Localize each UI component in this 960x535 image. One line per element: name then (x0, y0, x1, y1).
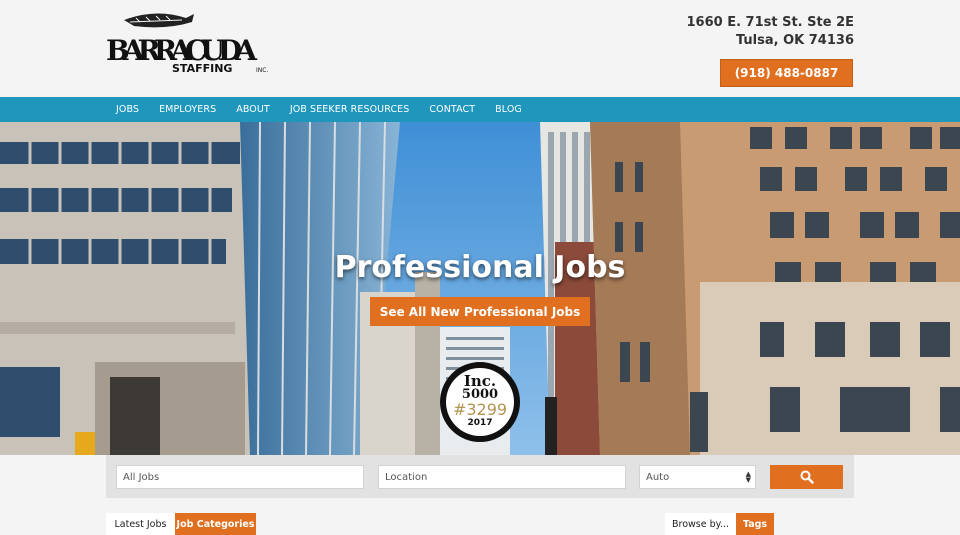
nav-item-jobs[interactable]: JOBS (116, 104, 139, 115)
nav-item-about[interactable]: ABOUT (236, 104, 270, 115)
tab-job-categories[interactable]: Job Categories (175, 513, 256, 535)
barracuda-fish-icon: BARRACUDA STAFFING INC. (106, 13, 268, 75)
site-header: BARRACUDA STAFFING INC. 1660 E. 71st St.… (0, 0, 960, 97)
phone-button[interactable]: (918) 488-0887 (720, 59, 853, 87)
see-all-professional-jobs-button[interactable]: See All New Professional Jobs (370, 297, 590, 326)
select-arrows-icon: ▲ ▼ (745, 470, 751, 484)
nav-item-blog[interactable]: BLOG (495, 104, 522, 115)
badge-year: 2017 (467, 418, 493, 428)
logo-suffix-text: INC. (256, 67, 268, 74)
tab-latest-jobs[interactable]: Latest Jobs (106, 513, 175, 535)
nav-item-contact[interactable]: CONTACT (429, 104, 475, 115)
category-select-value: Auto (646, 471, 670, 483)
address-line2: Tulsa, OK 74136 (735, 33, 854, 48)
address-block: 1660 E. 71st St. Ste 2E Tulsa, OK 74136 (686, 14, 854, 50)
badge-rank: #3299 (452, 400, 508, 419)
main-nav: JOBS EMPLOYERS ABOUT JOB SEEKER RESOURCE… (0, 97, 960, 122)
tab-tags[interactable]: Tags (736, 513, 774, 535)
hero-title: Professional Jobs (334, 250, 626, 285)
job-search-bar: All Jobs Location Auto ▲ ▼ (106, 455, 854, 498)
logo-sub-text: STAFFING (172, 62, 232, 75)
nav-item-job-seeker-resources[interactable]: JOB SEEKER RESOURCES (290, 104, 410, 115)
address-line1: 1660 E. 71st St. Ste 2E (686, 15, 854, 30)
keyword-search-input[interactable]: All Jobs (116, 465, 364, 489)
category-select[interactable]: Auto ▲ ▼ (639, 465, 756, 489)
location-input[interactable]: Location (378, 465, 626, 489)
search-icon (800, 470, 814, 484)
hero-banner: Professional Jobs See All New Profession… (0, 122, 960, 455)
barracuda-staffing-logo[interactable]: BARRACUDA STAFFING INC. (106, 10, 276, 78)
nav-item-employers[interactable]: EMPLOYERS (159, 104, 216, 115)
badge-brand: Inc. (463, 372, 497, 390)
search-button[interactable] (770, 465, 843, 489)
tab-browse-by[interactable]: Browse by... (665, 513, 736, 535)
inc-5000-badge[interactable]: Inc. 5000 #3299 2017 (440, 362, 520, 442)
